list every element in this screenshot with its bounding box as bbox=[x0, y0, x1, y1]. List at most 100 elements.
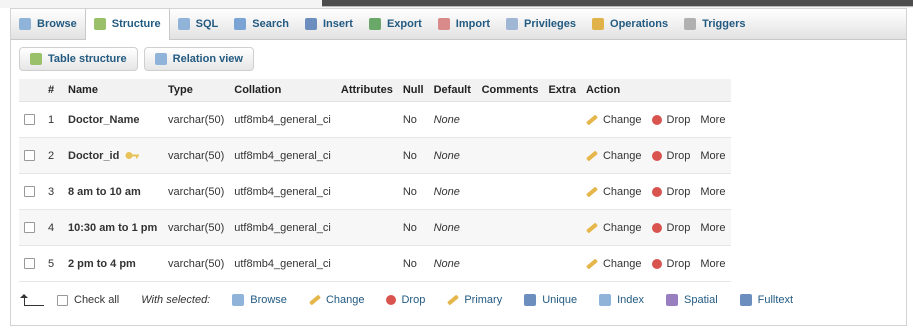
header-action: Action bbox=[580, 79, 731, 102]
change-label: Change bbox=[602, 113, 642, 126]
tab-sql[interactable]: SQL bbox=[170, 9, 227, 39]
pencil-icon bbox=[586, 186, 598, 197]
structure-icon bbox=[93, 18, 106, 30]
tab-privileges[interactable]: Privileges bbox=[498, 9, 584, 39]
tab-operations[interactable]: Operations bbox=[584, 9, 676, 39]
more-link[interactable]: More bbox=[700, 150, 725, 162]
tab-insert[interactable]: Insert bbox=[297, 9, 361, 39]
header-null: Null bbox=[397, 79, 429, 102]
change-link[interactable]: Change bbox=[586, 186, 642, 198]
row-comments bbox=[476, 245, 544, 282]
bulk-index-button[interactable]: Index bbox=[599, 294, 644, 306]
fulltext-icon bbox=[739, 294, 752, 306]
row-checkbox[interactable] bbox=[24, 114, 35, 126]
with-selected-label: With selected: bbox=[141, 294, 210, 306]
drop-icon bbox=[651, 222, 662, 233]
bulk-unique-button[interactable]: Unique bbox=[524, 294, 577, 306]
sub-tabs: Table structure Relation view bbox=[19, 47, 260, 71]
row-actions: Change Drop More bbox=[580, 209, 731, 246]
change-link[interactable]: Change bbox=[586, 114, 642, 126]
more-link[interactable]: More bbox=[700, 222, 725, 234]
bulk-spatial-button[interactable]: Spatial bbox=[666, 294, 718, 306]
change-link[interactable]: Change bbox=[586, 258, 642, 270]
browse-icon bbox=[232, 294, 245, 306]
drop-link[interactable]: Drop bbox=[651, 185, 691, 198]
drop-link[interactable]: Drop bbox=[651, 258, 690, 270]
operations-icon bbox=[592, 18, 605, 30]
unique-icon bbox=[524, 294, 537, 306]
tab-browse[interactable]: Browse bbox=[11, 9, 85, 39]
table-structure-button[interactable]: Table structure bbox=[19, 47, 138, 71]
tab-structure[interactable]: Structure bbox=[84, 8, 170, 40]
spatial-icon bbox=[666, 294, 678, 306]
change-link[interactable]: Change bbox=[586, 150, 642, 162]
bulk-change-button[interactable]: Change bbox=[309, 294, 364, 306]
tab-triggers[interactable]: Triggers bbox=[676, 9, 753, 39]
row-default: None bbox=[428, 101, 477, 138]
row-name: 8 am to 10 am bbox=[63, 173, 163, 210]
more-link[interactable]: More bbox=[700, 258, 725, 270]
drop-icon bbox=[651, 150, 662, 161]
row-name: Doctor_id bbox=[68, 149, 120, 162]
row-checkbox[interactable] bbox=[24, 150, 35, 162]
drop-label: Drop bbox=[666, 113, 691, 126]
table-structure-icon bbox=[30, 53, 42, 65]
bulk-fulltext-button[interactable]: Fulltext bbox=[739, 294, 794, 306]
drop-link[interactable]: Drop bbox=[651, 149, 691, 162]
header-attributes: Attributes bbox=[335, 79, 398, 102]
tab-label: Operations bbox=[610, 18, 669, 30]
header-comments: Comments bbox=[476, 79, 544, 102]
row-checkbox[interactable] bbox=[24, 186, 35, 198]
table-header-row: # Name Type Collation Attributes Null De… bbox=[19, 79, 731, 102]
row-attributes bbox=[335, 245, 398, 282]
bulk-primary-button[interactable]: Primary bbox=[447, 294, 502, 306]
row-type: varchar(50) bbox=[163, 101, 230, 138]
change-label: Change bbox=[602, 257, 642, 270]
bulk-drop-button[interactable]: Drop bbox=[386, 294, 425, 306]
relation-view-button[interactable]: Relation view bbox=[143, 47, 254, 71]
pencil-icon bbox=[586, 150, 598, 161]
row-actions: Change Drop More bbox=[580, 245, 731, 282]
drop-icon bbox=[651, 258, 662, 269]
row-type: varchar(50) bbox=[163, 137, 230, 174]
check-all[interactable]: Check all bbox=[57, 294, 119, 306]
row-null: No bbox=[397, 101, 429, 138]
more-link[interactable]: More bbox=[700, 186, 725, 198]
subtab-label: Relation view bbox=[172, 53, 243, 65]
tab-label: Browse bbox=[37, 18, 77, 30]
bulk-browse-button[interactable]: Browse bbox=[232, 294, 287, 306]
header-number: # bbox=[43, 79, 63, 102]
row-null: No bbox=[397, 137, 429, 174]
more-link[interactable]: More bbox=[700, 114, 725, 126]
drop-label: Drop bbox=[666, 221, 691, 234]
row-name: 2 pm to 4 pm bbox=[63, 245, 163, 282]
row-type: varchar(50) bbox=[163, 173, 230, 210]
drop-label: Drop bbox=[666, 185, 691, 198]
row-extra bbox=[543, 173, 581, 210]
tab-search[interactable]: Search bbox=[226, 9, 297, 39]
row-checkbox[interactable] bbox=[24, 222, 35, 234]
tab-label: Structure bbox=[111, 18, 161, 30]
tab-import[interactable]: Import bbox=[430, 9, 498, 39]
row-extra bbox=[543, 209, 581, 246]
table-row: 1 Doctor_Name varchar(50) utf8mb4_genera… bbox=[19, 101, 731, 138]
primary-key-icon bbox=[125, 152, 140, 160]
tab-label: Import bbox=[455, 18, 491, 30]
row-attributes bbox=[335, 101, 398, 138]
row-default: None bbox=[428, 245, 477, 282]
tab-label: Search bbox=[252, 18, 289, 30]
top-dark-bar bbox=[322, 0, 913, 7]
row-checkbox-cell bbox=[19, 209, 43, 246]
drop-link[interactable]: Drop bbox=[651, 113, 691, 126]
tab-label: Export bbox=[386, 18, 422, 30]
check-all-checkbox[interactable] bbox=[57, 294, 68, 306]
drop-link[interactable]: Drop bbox=[651, 221, 691, 234]
tab-export[interactable]: Export bbox=[361, 9, 430, 39]
change-link[interactable]: Change bbox=[586, 222, 642, 234]
tab-label: Triggers bbox=[702, 18, 746, 30]
search-icon bbox=[234, 18, 247, 30]
drop-label: Drop bbox=[666, 149, 691, 162]
row-checkbox[interactable] bbox=[24, 258, 35, 270]
bulk-fulltext-label: Fulltext bbox=[757, 294, 794, 306]
pencil-icon bbox=[586, 222, 598, 233]
